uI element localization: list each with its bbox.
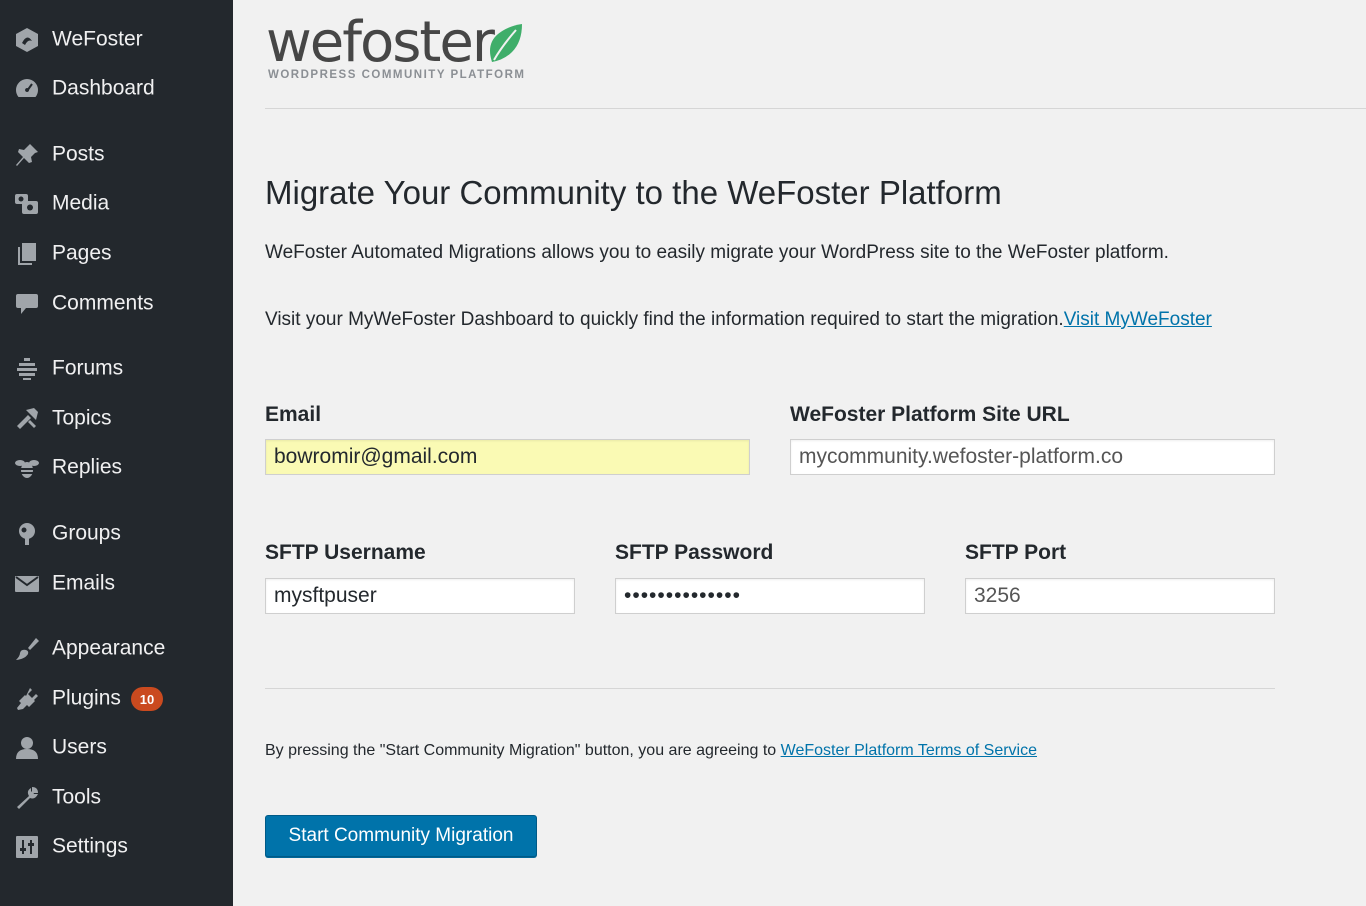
sidebar-item-wefoster[interactable]: WeFoster [0, 17, 233, 63]
sidebar-item-label: Settings [52, 834, 128, 858]
site-url-label: WeFoster Platform Site URL [790, 403, 1070, 426]
user-icon [13, 734, 41, 762]
sidebar-item-forums[interactable]: Forums [0, 346, 233, 392]
header-divider [265, 108, 1366, 109]
visit-text: Visit your MyWeFoster Dashboard to quick… [265, 309, 1064, 330]
sidebar-item-appearance[interactable]: Appearance [0, 626, 233, 672]
logo-tagline: WORDPRESS COMMUNITY PLATFORM [268, 69, 526, 81]
sidebar-item-label: Groups [52, 521, 121, 545]
plugins-update-badge: 10 [131, 687, 163, 711]
sidebar-item-users[interactable]: Users [0, 725, 233, 771]
sidebar-item-label: Media [52, 191, 110, 215]
sftp-password-label: SFTP Password [615, 541, 774, 564]
sidebar-item-emails[interactable]: Emails [0, 561, 233, 607]
topics-tools-icon [13, 405, 41, 433]
visit-mywefoster-link[interactable]: Visit MyWeFoster [1064, 309, 1212, 330]
email-field[interactable] [265, 439, 750, 475]
comment-bubble-icon [13, 290, 41, 318]
settings-sliders-icon [13, 833, 41, 861]
media-camera-icon [13, 190, 41, 218]
wrench-icon [13, 784, 41, 812]
sidebar-item-label: Appearance [52, 636, 166, 660]
sftp-password-field[interactable] [615, 578, 925, 614]
admin-sidebar: WeFoster Dashboard Posts Media Pages Com… [0, 0, 233, 906]
envelope-icon [13, 570, 41, 598]
terms-of-service-link[interactable]: WeFoster Platform Terms of Service [781, 742, 1037, 759]
leaf-icon [490, 24, 522, 62]
forums-stack-icon [13, 355, 41, 383]
email-label: Email [265, 403, 322, 426]
sidebar-item-tools[interactable]: Tools [0, 775, 233, 821]
form-divider [265, 688, 1275, 689]
terms-text: By pressing the "Start Community Migrati… [265, 742, 781, 759]
pages-icon [13, 240, 41, 268]
sidebar-item-label: Replies [52, 455, 123, 479]
intro-text: WeFoster Automated Migrations allows you… [265, 242, 1169, 263]
sidebar-item-label: Topics [52, 406, 112, 430]
paintbrush-icon [13, 635, 41, 663]
sidebar-item-label: Users [52, 735, 107, 759]
sftp-port-field[interactable] [965, 578, 1275, 614]
sidebar-item-groups[interactable]: Groups [0, 511, 233, 557]
groups-icon [13, 520, 41, 548]
sidebar-item-posts[interactable]: Posts [0, 132, 233, 178]
sidebar-item-plugins[interactable]: Plugins 10 [0, 676, 233, 722]
logo-wordmark: wefoster [266, 10, 495, 75]
sidebar-item-label: Forums [52, 356, 124, 380]
sftp-username-field[interactable] [265, 578, 575, 614]
sidebar-item-settings[interactable]: Settings [0, 824, 233, 870]
page-title: Migrate Your Community to the WeFoster P… [265, 174, 1002, 211]
sidebar-item-topics[interactable]: Topics [0, 396, 233, 442]
plug-icon [13, 685, 41, 713]
sidebar-item-label: Pages [52, 241, 112, 265]
sidebar-item-label: Emails [52, 571, 116, 595]
terms-paragraph: By pressing the "Start Community Migrati… [265, 742, 1037, 760]
sftp-port-label: SFTP Port [965, 541, 1067, 564]
sidebar-item-label: Plugins [52, 686, 121, 710]
visit-paragraph: Visit your MyWeFoster Dashboard to quick… [265, 306, 1225, 334]
sidebar-item-media[interactable]: Media [0, 181, 233, 227]
sftp-username-label: SFTP Username [265, 541, 426, 564]
sidebar-item-replies[interactable]: Replies [0, 445, 233, 491]
pushpin-icon [13, 141, 41, 169]
sidebar-item-pages[interactable]: Pages [0, 231, 233, 277]
sidebar-item-label: Tools [52, 785, 102, 809]
sidebar-item-label: Comments [52, 291, 154, 315]
replies-bee-icon [13, 454, 41, 482]
sidebar-item-label: Posts [52, 142, 105, 166]
sidebar-item-dashboard[interactable]: Dashboard [0, 66, 233, 112]
sidebar-item-comments[interactable]: Comments [0, 281, 233, 327]
wefoster-logo: wefoster WORDPRESS COMMUNITY PLATFORM [266, 12, 536, 90]
site-url-field[interactable] [790, 439, 1275, 475]
dashboard-gauge-icon [13, 75, 41, 103]
sidebar-item-label: WeFoster [52, 27, 143, 51]
sidebar-item-label: Dashboard [52, 76, 155, 100]
start-migration-button[interactable]: Start Community Migration [265, 815, 537, 857]
wefoster-hex-icon [13, 26, 41, 54]
